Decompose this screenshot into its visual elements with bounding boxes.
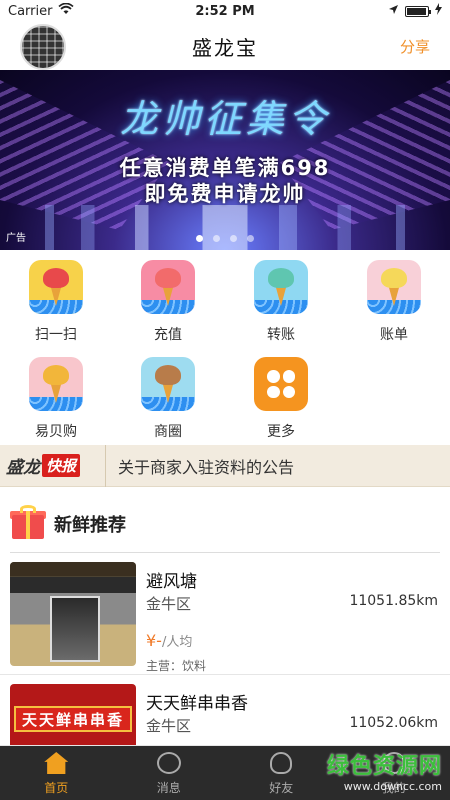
city-skyline-decoration	[0, 205, 450, 250]
banner-line-2: 即免费申请龙帅	[144, 182, 306, 206]
grid-item-label: 扫一扫	[35, 327, 77, 343]
grid-item-bill[interactable]: 账单	[338, 250, 450, 345]
message-icon	[156, 752, 181, 774]
tab-friends[interactable]: 好友	[225, 746, 338, 800]
shop-name: 避风塘	[146, 572, 197, 592]
status-bar: Carrier 2:52 PM	[0, 0, 450, 22]
home-icon	[44, 752, 69, 774]
news-headline[interactable]: 关于商家入驻资料的公告	[118, 454, 294, 478]
wifi-icon	[58, 2, 75, 19]
grid-item-label: 易贝购	[35, 424, 77, 440]
watermark-line-2: www.downcc.com	[343, 780, 442, 793]
scan-icon	[29, 260, 83, 314]
shop-sign: 天天鲜串串香	[14, 706, 132, 732]
watermark-line-1: 绿色资源网	[326, 754, 442, 779]
banner-dot[interactable]	[247, 235, 254, 242]
battery-icon	[405, 5, 431, 17]
bill-icon	[367, 260, 421, 314]
share-button[interactable]: 分享	[400, 36, 430, 57]
tab-label: 好友	[269, 781, 294, 795]
carrier-label: Carrier	[8, 3, 53, 19]
shop-price-value: ¥-	[146, 631, 162, 650]
banner-dot[interactable]	[230, 235, 237, 242]
grid-item-label: 商圈	[154, 424, 182, 440]
grid-item-transfer[interactable]: 转账	[225, 250, 337, 345]
shop-area: 金牛区	[146, 717, 192, 735]
shop-photo: 天天鲜串串香	[10, 684, 136, 745]
news-logo-brand: 盛龙	[6, 458, 40, 478]
more-icon	[254, 357, 308, 411]
section-header: 新鲜推荐	[0, 487, 450, 553]
news-logo: 盛龙 快报	[0, 444, 106, 487]
page-title: 盛龙宝	[192, 35, 258, 60]
tab-message[interactable]: 消息	[113, 746, 226, 800]
grid-item-more[interactable]: 更多	[225, 347, 337, 442]
grid-item-label: 账单	[380, 327, 408, 343]
grid-item-scan[interactable]: 扫一扫	[0, 250, 112, 345]
banner-dot[interactable]	[213, 235, 220, 242]
banner-pagination[interactable]	[0, 235, 450, 242]
shop-icon	[29, 357, 83, 411]
grid-item-label: 更多	[267, 424, 295, 440]
transfer-icon	[254, 260, 308, 314]
shop-photo	[10, 562, 136, 666]
shop-name: 天天鲜串串香	[146, 694, 248, 714]
gift-icon	[10, 505, 46, 539]
banner-title: 龙帅征集令	[119, 97, 330, 141]
tab-label: 首页	[44, 781, 69, 795]
business-circle-icon	[141, 357, 195, 411]
tab-home[interactable]: 首页	[0, 746, 113, 800]
shop-list-item[interactable]: 天天鲜串串香 天天鲜串串香 金牛区 11052.06km	[0, 675, 450, 746]
grid-item-shop[interactable]: 易贝购	[0, 347, 112, 442]
grid-item-recharge[interactable]: 充值	[112, 250, 224, 345]
news-ticker[interactable]: 盛龙 快报 关于商家入驻资料的公告	[0, 444, 450, 487]
charging-icon	[435, 3, 442, 19]
recharge-icon	[141, 260, 195, 314]
shop-main-business: 主营：饮料	[146, 659, 207, 673]
grid-item-business-circle[interactable]: 商圈	[112, 347, 224, 442]
tab-label: 消息	[156, 781, 181, 795]
function-grid: 扫一扫 充值 转账 账单易贝购 商圈 更多	[0, 250, 450, 445]
section-title: 新鲜推荐	[54, 515, 126, 536]
ad-banner[interactable]: 龙帅征集令 任意消费单笔满698 即免费申请龙帅 广告	[0, 70, 450, 250]
banner-dot[interactable]	[196, 235, 203, 242]
friends-icon	[270, 752, 293, 774]
shop-area: 金牛区	[146, 595, 192, 613]
shop-price-unit: /人均	[161, 635, 193, 650]
shop-distance: 11052.06km	[349, 715, 438, 731]
grid-item-label: 转账	[267, 327, 295, 343]
news-logo-badge: 快报	[42, 454, 81, 477]
shop-price: ¥-/人均	[146, 631, 192, 650]
grid-item-label: 充值	[154, 327, 182, 343]
watermark: 绿色资源网 www.downcc.com	[327, 748, 442, 793]
shop-list-item[interactable]: 避风塘 金牛区 11051.85km ¥-/人均 主营：饮料	[0, 553, 450, 675]
location-icon	[388, 4, 399, 19]
avatar[interactable]	[20, 24, 66, 70]
nav-bar: 盛龙宝 分享	[0, 22, 450, 70]
shop-distance: 11051.85km	[349, 593, 438, 609]
